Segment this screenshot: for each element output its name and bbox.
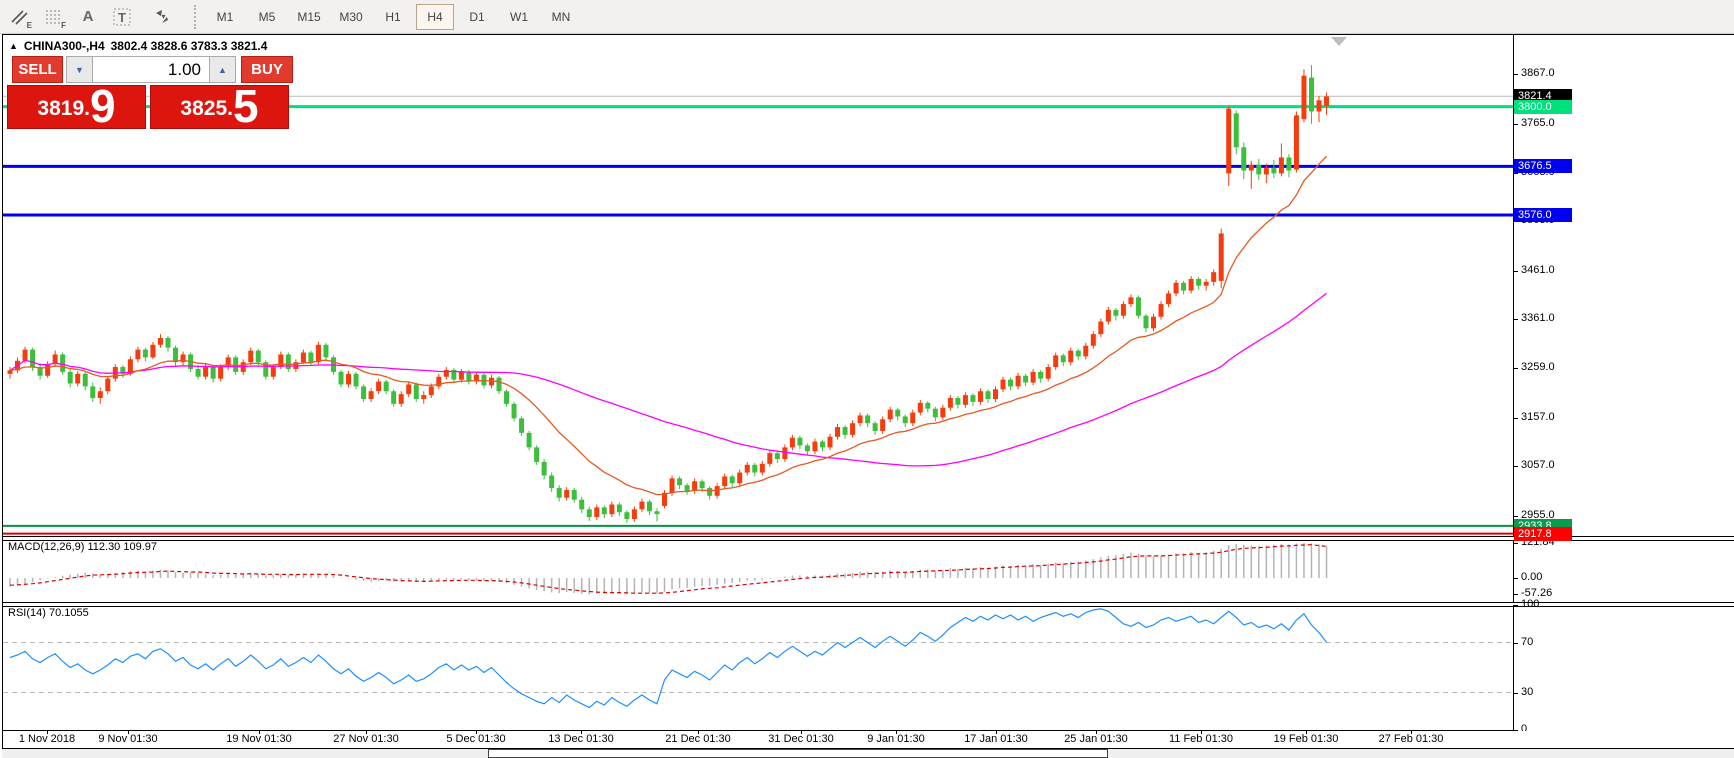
macd-signal-line <box>10 545 1327 594</box>
axis-tick-label: 3057.0 <box>1521 459 1555 471</box>
price-axis-line <box>1513 35 1514 731</box>
macd-label: MACD(12,26,9) 112.30 109.97 <box>8 541 157 553</box>
timeframe-button-m30[interactable]: M30 <box>332 4 370 30</box>
axis-tick-label: 3361.0 <box>1521 312 1555 324</box>
axis-tick <box>1513 271 1518 272</box>
volume-decrease-button[interactable]: ▼ <box>66 56 93 83</box>
axis-tick <box>1513 516 1518 517</box>
timeframe-button-h1[interactable]: H1 <box>374 4 412 30</box>
timeframe-button-d1[interactable]: D1 <box>458 4 496 30</box>
axis-tick-label: 3765.0 <box>1521 117 1555 129</box>
axis-tick <box>1513 124 1518 125</box>
axis-tick-label: 3867.0 <box>1521 67 1555 79</box>
timeframe-button-w1[interactable]: W1 <box>500 4 538 30</box>
buy-price-tile[interactable]: 3825.5 <box>150 85 289 129</box>
candles <box>8 65 1330 523</box>
arrow-tools-icon[interactable]: ▾ <box>142 4 182 30</box>
scrollbar-thumb[interactable] <box>488 749 1108 758</box>
equidistant-channel-icon[interactable]: E <box>6 4 34 30</box>
sell-button[interactable]: SELL <box>12 56 63 83</box>
axis-tick-label: 3259.0 <box>1521 361 1555 373</box>
fast-ma-line <box>10 156 1327 494</box>
time-axis-label: 11 Feb 01:30 <box>1169 733 1233 745</box>
axis-tick <box>1513 368 1518 369</box>
timeframe-button-m1[interactable]: M1 <box>206 4 244 30</box>
toolbar: E F A T ▾ M1M5M15M30H1H4D1W1MN <box>0 0 1734 34</box>
timeframe-button-m5[interactable]: M5 <box>248 4 286 30</box>
chart-ohlc: 3802.4 3828.6 3783.3 3821.4 <box>111 39 268 53</box>
time-axis-label: 27 Nov 01:30 <box>333 733 398 745</box>
time-axis-label: 13 Dec 01:30 <box>548 733 613 745</box>
chart-shift-marker-icon[interactable] <box>1331 37 1347 46</box>
macd-pane[interactable] <box>3 539 1513 602</box>
triangle-up-icon: ▲ <box>218 65 227 75</box>
buy-price-int: 3825 <box>180 90 227 128</box>
rsi-label: RSI(14) 70.1055 <box>8 607 89 619</box>
rsi-pane[interactable] <box>3 605 1513 730</box>
axis-tick <box>1513 594 1518 595</box>
time-axis-label: 17 Jan 01:30 <box>964 733 1028 745</box>
time-axis[interactable]: 1 Nov 2018 9 Nov 01:30 19 Nov 01:30 27 Nov … <box>3 731 1734 748</box>
time-axis-label: 31 Dec 01:30 <box>768 733 833 745</box>
chart-title: ▲ CHINA300-,H4 3802.4 3828.6 3783.3 3821… <box>9 39 267 53</box>
slow-ma-line <box>10 293 1327 466</box>
triangle-up-icon: ▲ <box>9 41 18 51</box>
price-line-badge: 3576.0 <box>1514 208 1572 222</box>
svg-text:T: T <box>118 10 126 25</box>
time-axis-label: 19 Feb 01:30 <box>1274 733 1339 745</box>
price-tiles: 3819.9 3825.5 <box>7 85 289 129</box>
axis-tick-label: 30 <box>1521 686 1533 698</box>
text-label-icon[interactable]: T <box>108 4 136 30</box>
price-line-badge: 3800.0 <box>1514 100 1572 114</box>
time-axis-label: 25 Jan 01:30 <box>1064 733 1128 745</box>
timeframe-button-m15[interactable]: M15 <box>290 4 328 30</box>
axis-tick <box>1513 693 1518 694</box>
sell-price-tile[interactable]: 3819.9 <box>7 85 146 129</box>
time-axis-label: 21 Dec 01:30 <box>665 733 730 745</box>
axis-tick <box>1513 74 1518 75</box>
buy-button[interactable]: BUY <box>241 56 293 83</box>
axis-tick-label: 3157.0 <box>1521 411 1555 423</box>
time-axis-label: 19 Nov 01:30 <box>226 733 291 745</box>
toolbar-separator <box>194 5 196 29</box>
time-axis-label: 5 Dec 01:30 <box>446 733 505 745</box>
axis-tick <box>1513 605 1518 606</box>
timeframe-bar: M1M5M15M30H1H4D1W1MN <box>204 4 582 30</box>
axis-tick <box>1513 319 1518 320</box>
sell-price-int: 3819 <box>37 90 84 128</box>
axis-tick-label: 70 <box>1521 636 1533 648</box>
axis-tick <box>1513 643 1518 644</box>
axis-tick <box>1513 173 1518 174</box>
buy-price-decimal: 5 <box>233 85 259 128</box>
time-axis-label: 9 Nov 01:30 <box>98 733 157 745</box>
one-click-trade-panel: SELL ▼ ▲ BUY <box>12 56 293 83</box>
axis-tick-label: 0.00 <box>1521 571 1542 583</box>
triangle-down-icon: ▼ <box>75 65 84 75</box>
time-axis-label: 9 Jan 01:30 <box>867 733 925 745</box>
axis-tick-label: 3461.0 <box>1521 264 1555 276</box>
text-icon[interactable]: A <box>74 4 102 30</box>
price-line-badge: 2917.8 <box>1514 527 1572 541</box>
time-axis-label: 1 Nov 2018 <box>19 733 75 745</box>
timeframe-button-h4[interactable]: H4 <box>416 4 454 30</box>
horizontal-scrollbar[interactable] <box>2 749 1734 758</box>
fibonacci-retracement-icon[interactable]: F <box>40 4 68 30</box>
axis-tick <box>1513 466 1518 467</box>
time-axis-label: 27 Feb 01:30 <box>1379 733 1444 745</box>
axis-tick <box>1513 543 1518 544</box>
volume-input[interactable] <box>93 56 209 83</box>
axis-tick-label: 100 <box>1521 598 1539 610</box>
macd-histogram <box>10 543 1327 594</box>
timeframe-button-mn[interactable]: MN <box>542 4 580 30</box>
axis-tick <box>1513 418 1518 419</box>
axis-tick <box>1513 578 1518 579</box>
trading-terminal: E F A T ▾ M1M5M15M30H1H4D1W1MN <box>0 0 1734 758</box>
sell-price-decimal: 9 <box>90 85 116 128</box>
chart-symbol: CHINA300-,H4 <box>24 39 105 53</box>
price-line-badge: 3676.5 <box>1514 159 1572 173</box>
volume-increase-button[interactable]: ▲ <box>209 56 236 83</box>
